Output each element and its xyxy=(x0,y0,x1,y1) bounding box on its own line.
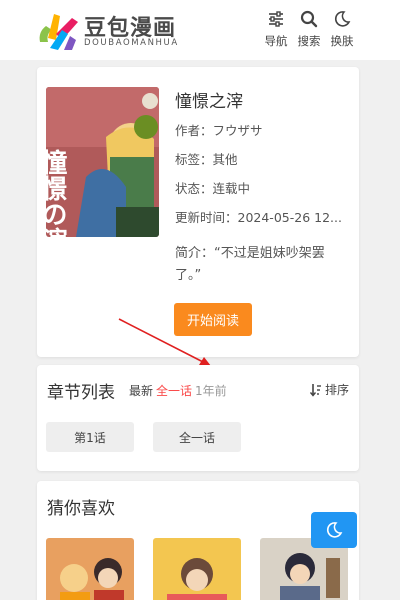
cover-title-text: 憧憬の滓 xyxy=(46,149,67,237)
comic-intro: 简介：“不过是姐妹吵架罢了。” xyxy=(175,246,325,283)
theme-toggle-button[interactable] xyxy=(311,512,357,548)
recommend-title: 猜你喜欢 xyxy=(47,499,115,519)
app-header: 豆包漫画 DOUBAOMANHUA 导航 搜索 换肤 xyxy=(0,0,400,60)
search-icon xyxy=(300,10,318,28)
chapter-button[interactable]: 全一话 xyxy=(153,422,241,452)
comic-title: 憧憬之滓 xyxy=(175,92,243,112)
logo-icon[interactable] xyxy=(36,8,82,52)
theme-switch-button[interactable]: 换肤 xyxy=(322,10,362,54)
recommend-cover-illustration xyxy=(46,538,134,600)
moon-icon xyxy=(334,11,351,27)
sort-button[interactable]: 排序 xyxy=(309,381,349,398)
recommend-cover-illustration xyxy=(153,538,241,600)
latest-chapter-info: 最新 全一话 1年前 xyxy=(129,382,227,399)
sort-icon xyxy=(309,383,321,397)
comic-updated: 更新时间：2024-05-26 12... xyxy=(175,210,342,225)
theme-label: 换肤 xyxy=(330,34,354,48)
comic-status: 状态：连载中 xyxy=(175,181,251,196)
latest-chapter-link[interactable]: 全一话 xyxy=(156,384,192,398)
chapter-list-card: 章节列表 最新 全一话 1年前 排序 第1话 全一话 xyxy=(37,365,359,471)
moon-icon xyxy=(326,522,343,538)
cover-illustration: 憧憬の滓 xyxy=(46,87,159,237)
recommend-item-cover[interactable] xyxy=(46,538,134,600)
latest-label: 最新 xyxy=(129,384,154,398)
comic-author[interactable]: 作者：フウザサ xyxy=(175,120,263,139)
recommend-item-cover[interactable] xyxy=(153,538,241,600)
latest-time: 1年前 xyxy=(195,384,227,398)
chapter-list-title: 章节列表 xyxy=(47,383,115,403)
sliders-icon xyxy=(269,11,283,27)
start-reading-button[interactable]: 开始阅读 xyxy=(174,303,252,336)
sort-label: 排序 xyxy=(324,383,349,397)
comic-info-card: 憧憬の滓 憧憬之滓 作者：フウザサ 标签：其他 状态：连载中 更新时间：2024… xyxy=(37,67,359,366)
comic-cover[interactable]: 憧憬の滓 xyxy=(46,87,159,237)
logo-subtitle: DOUBAOMANHUA xyxy=(84,38,179,48)
comic-tag[interactable]: 标签：其他 xyxy=(175,149,238,168)
chapter-button[interactable]: 第1话 xyxy=(46,422,134,452)
